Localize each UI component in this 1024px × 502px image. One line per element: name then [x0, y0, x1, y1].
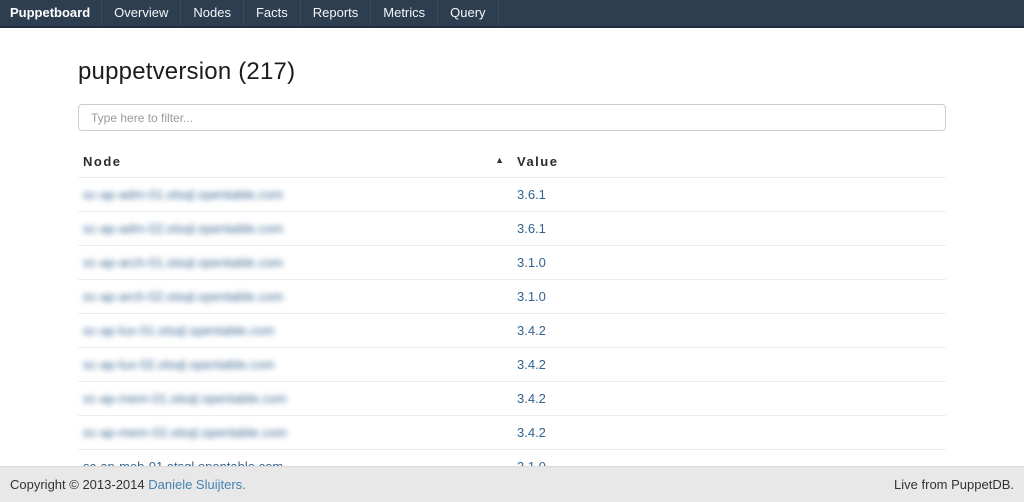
- navbar: Puppetboard OverviewNodesFactsReportsMet…: [0, 0, 1024, 28]
- value-link[interactable]: 3.4.2: [517, 357, 546, 372]
- value-cell: 3.1.0: [512, 246, 946, 280]
- node-cell: sc-ap-mem-02.otsql.opentable.com: [78, 416, 512, 450]
- live-from-puppetdb-text: Live from PuppetDB.: [894, 467, 1014, 502]
- author-link[interactable]: Daniele Sluijters.: [148, 477, 246, 492]
- facts-table: Node ▲ Value sc-ap-adm-01.otsql.opentabl…: [78, 148, 946, 483]
- node-link[interactable]: sc-ap-adm-02.otsql.opentable.com: [83, 221, 283, 236]
- node-cell: sc-ap-adm-02.otsql.opentable.com: [78, 212, 512, 246]
- table-row: sc-ap-arch-02.otsql.opentable.com 3.1.0: [78, 280, 946, 314]
- value-cell: 3.4.2: [512, 382, 946, 416]
- filter-input[interactable]: [78, 104, 946, 131]
- table-row: sc-ap-arch-01.otsql.opentable.com 3.1.0: [78, 246, 946, 280]
- page-title: puppetversion (217): [78, 58, 946, 86]
- copyright-text: Copyright © 2013-2014: [10, 477, 148, 492]
- value-cell: 3.4.2: [512, 416, 946, 450]
- nav-link-reports[interactable]: Reports: [301, 0, 371, 26]
- value-link[interactable]: 3.4.2: [517, 323, 546, 338]
- node-cell: sc-ap-lux-02.otsql.opentable.com: [78, 348, 512, 382]
- nav-item-nodes: Nodes: [181, 0, 244, 26]
- value-link[interactable]: 3.1.0: [517, 255, 546, 270]
- column-header-value-label: Value: [517, 154, 558, 169]
- value-cell: 3.1.0: [512, 280, 946, 314]
- node-link[interactable]: sc-ap-arch-01.otsql.opentable.com: [83, 255, 283, 270]
- value-link[interactable]: 3.4.2: [517, 391, 546, 406]
- nav-link-nodes[interactable]: Nodes: [181, 0, 243, 26]
- nav-link-query[interactable]: Query: [438, 0, 497, 26]
- nav-item-overview: Overview: [102, 0, 181, 26]
- value-link[interactable]: 3.4.2: [517, 425, 546, 440]
- footer: Copyright © 2013-2014 Daniele Sluijters.…: [0, 466, 1024, 502]
- value-cell: 3.4.2: [512, 314, 946, 348]
- value-link[interactable]: 3.1.0: [517, 289, 546, 304]
- main-content: puppetversion (217) Node ▲ Value sc-ap-a…: [78, 58, 946, 483]
- column-header-value[interactable]: Value: [512, 148, 946, 178]
- node-cell: sc-ap-arch-02.otsql.opentable.com: [78, 280, 512, 314]
- column-header-node[interactable]: Node ▲: [78, 148, 512, 178]
- nav-link-metrics[interactable]: Metrics: [371, 0, 437, 26]
- table-row: sc-ap-lux-01.otsql.opentable.com 3.4.2: [78, 314, 946, 348]
- table-row: sc-ap-adm-01.otsql.opentable.com 3.6.1: [78, 178, 946, 212]
- node-link[interactable]: sc-ap-lux-02.otsql.opentable.com: [83, 357, 275, 372]
- table-row: sc-ap-mem-01.otsql.opentable.com 3.4.2: [78, 382, 946, 416]
- column-header-node-label: Node: [83, 154, 122, 169]
- table-header-row: Node ▲ Value: [78, 148, 946, 178]
- nav-item-query: Query: [438, 0, 498, 26]
- table-row: sc-ap-adm-02.otsql.opentable.com 3.6.1: [78, 212, 946, 246]
- nav-item-metrics: Metrics: [371, 0, 438, 26]
- node-cell: sc-ap-mem-01.otsql.opentable.com: [78, 382, 512, 416]
- value-cell: 3.4.2: [512, 348, 946, 382]
- nav-link-facts[interactable]: Facts: [244, 0, 300, 26]
- brand-link[interactable]: Puppetboard: [0, 0, 102, 26]
- node-cell: sc-ap-adm-01.otsql.opentable.com: [78, 178, 512, 212]
- value-link[interactable]: 3.6.1: [517, 221, 546, 236]
- value-link[interactable]: 3.6.1: [517, 187, 546, 202]
- node-link[interactable]: sc-ap-arch-02.otsql.opentable.com: [83, 289, 283, 304]
- node-link[interactable]: sc-ap-lux-01.otsql.opentable.com: [83, 323, 275, 338]
- table-row: sc-ap-lux-02.otsql.opentable.com 3.4.2: [78, 348, 946, 382]
- value-cell: 3.6.1: [512, 178, 946, 212]
- nav-item-reports: Reports: [301, 0, 372, 26]
- table-row: sc-ap-mem-02.otsql.opentable.com 3.4.2: [78, 416, 946, 450]
- node-link[interactable]: sc-ap-adm-01.otsql.opentable.com: [83, 187, 283, 202]
- nav-link-overview[interactable]: Overview: [102, 0, 180, 26]
- value-cell: 3.6.1: [512, 212, 946, 246]
- node-cell: sc-ap-arch-01.otsql.opentable.com: [78, 246, 512, 280]
- node-cell: sc-ap-lux-01.otsql.opentable.com: [78, 314, 512, 348]
- sort-ascending-icon: ▲: [495, 155, 504, 165]
- nav-list: OverviewNodesFactsReportsMetricsQuery: [102, 0, 498, 26]
- nav-item-facts: Facts: [244, 0, 301, 26]
- node-link[interactable]: sc-ap-mem-01.otsql.opentable.com: [83, 391, 287, 406]
- node-link[interactable]: sc-ap-mem-02.otsql.opentable.com: [83, 425, 287, 440]
